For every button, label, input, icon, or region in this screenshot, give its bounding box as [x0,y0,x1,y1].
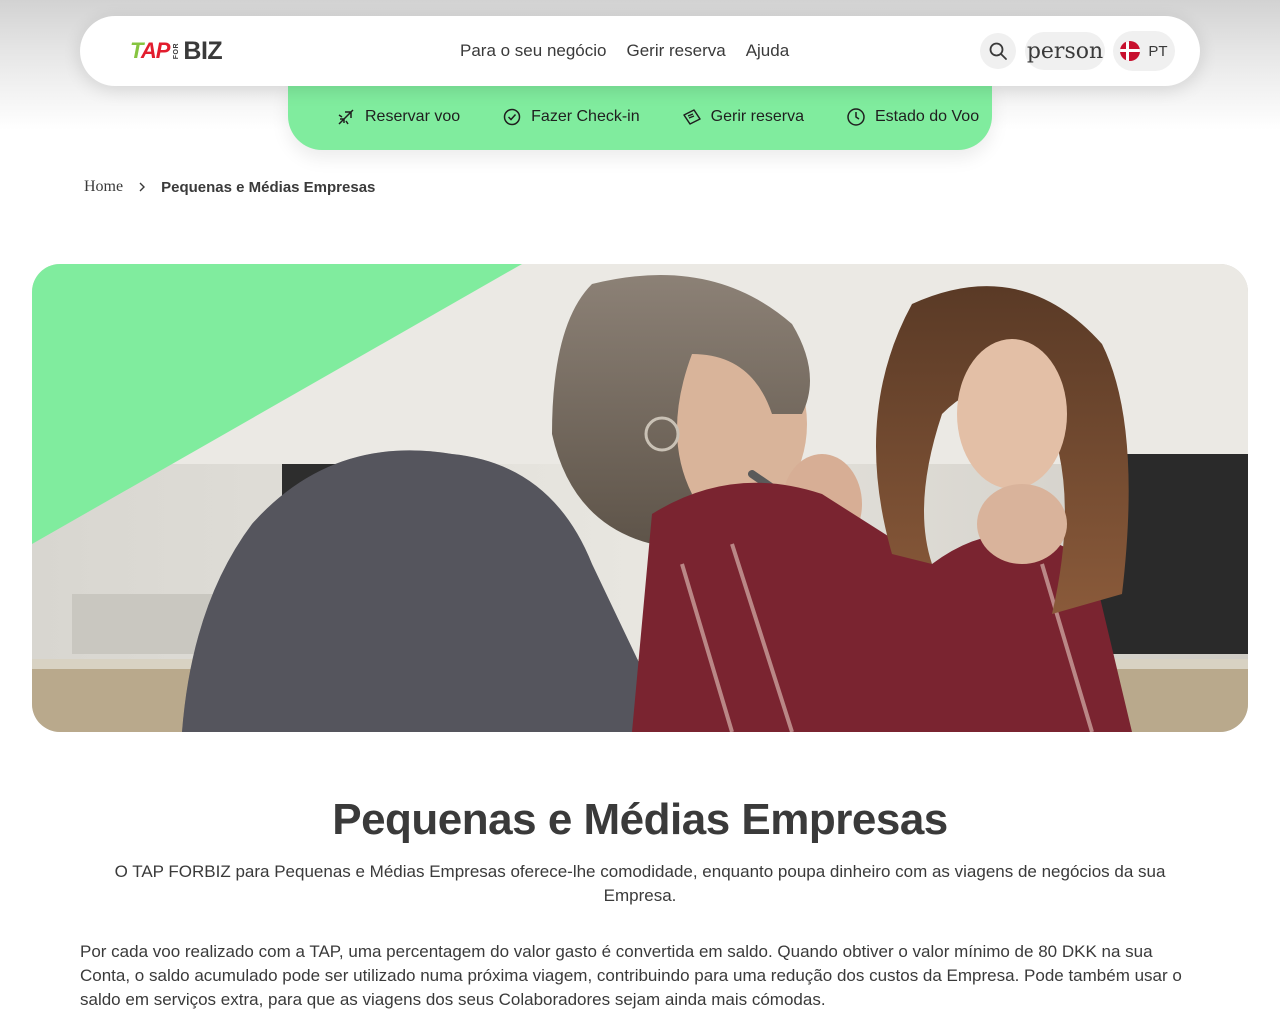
ticket-icon [682,109,701,125]
logo-for: FOR [173,42,181,60]
breadcrumb-current: Pequenas e Médias Empresas [161,178,376,196]
quick-action-label: Gerir reserva [710,108,804,125]
quick-action-reservar-voo[interactable]: Reservar voo [336,107,460,127]
quick-actions-bar: Reservar voo Fazer Check-in Gerir reserv… [288,84,992,150]
tap-forbiz-logo[interactable]: TAP FOR BIZ [130,36,223,65]
page-title: Pequenas e Médias Empresas [332,795,948,844]
quick-action-label: Fazer Check-in [531,108,640,125]
nav-item-para-o-seu-negocio[interactable]: Para o seu negócio [460,41,607,61]
account-button[interactable]: person [1025,32,1105,70]
quick-action-estado-do-voo[interactable]: Estado do Voo [846,107,979,127]
page-subtitle: O TAP FORBIZ para Pequenas e Médias Empr… [114,862,1166,905]
two-women-working-photo [32,264,1248,732]
quick-action-label: Estado do Voo [875,108,980,125]
breadcrumb-home[interactable]: Home [84,178,123,196]
nav-item-ajuda[interactable]: Ajuda [746,41,789,61]
quick-action-gerir-reserva[interactable]: Gerir reserva [682,107,804,127]
search-icon [989,42,1007,60]
language-code: PT [1148,42,1168,60]
quick-action-label: Reservar voo [365,108,461,125]
hero-image [32,264,1248,732]
denmark-flag-icon [1120,41,1141,61]
nav-item-gerir-reserva[interactable]: Gerir reserva [627,41,726,61]
chevron-right-icon [139,182,146,192]
breadcrumb: Home Pequenas e Médias Empresas [84,178,375,196]
main-nav: Para o seu negócio Gerir reserva Ajuda [460,16,789,86]
site-header: TAP FOR BIZ Para o seu negócio Gerir res… [80,16,1200,86]
search-button[interactable] [980,33,1016,69]
person-icon-label: person [1026,38,1104,64]
clock-icon [847,108,865,126]
body-paragraph: Por cada voo realizado com a TAP, uma pe… [80,942,1182,1009]
logo-biz: BIZ [183,36,223,65]
plane-icon [338,109,354,125]
quick-action-fazer-check-in[interactable]: Fazer Check-in [502,107,640,127]
logo-tap: TAP [130,38,170,63]
check-circle-icon [503,108,521,126]
language-selector[interactable]: PT [1113,31,1175,71]
